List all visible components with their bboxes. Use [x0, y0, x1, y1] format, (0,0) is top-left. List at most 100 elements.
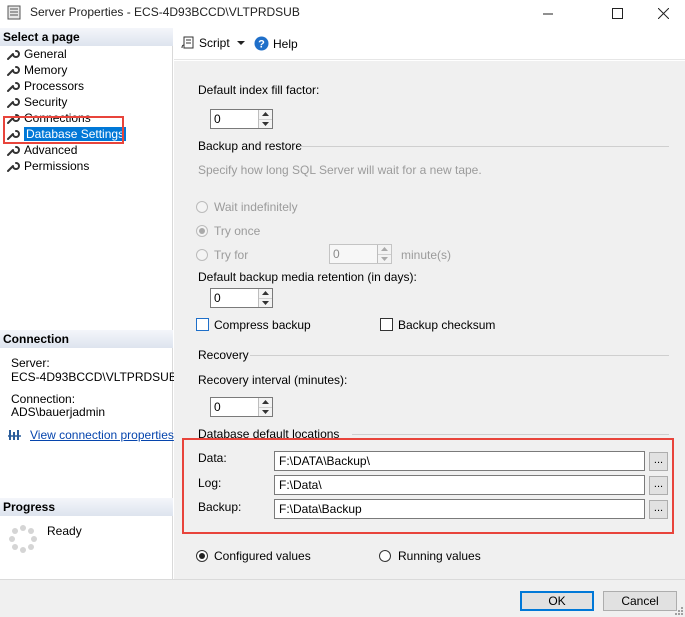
- wrench-icon: [7, 146, 20, 156]
- maximize-icon: [611, 7, 623, 19]
- nav-item-general[interactable]: General: [6, 46, 67, 62]
- spin-down-button[interactable]: [259, 298, 272, 307]
- recovery-interval-label: Recovery interval (minutes):: [198, 373, 348, 387]
- recovery-interval-value[interactable]: 0: [211, 398, 258, 416]
- server-label: Server:: [11, 356, 50, 370]
- window-title: Server Properties - ECS-4D93BCCD\VLTPRDS…: [30, 5, 300, 19]
- fill-factor-value[interactable]: 0: [211, 110, 258, 128]
- backup-restore-label: Backup and restore: [198, 139, 303, 153]
- nav-item-label: Advanced: [24, 143, 78, 157]
- backup-browse-button[interactable]: ...: [649, 500, 668, 519]
- minutes-label: minute(s): [401, 248, 452, 262]
- nav-item-memory[interactable]: Memory: [6, 62, 67, 78]
- retention-label: Default backup media retention (in days)…: [198, 270, 417, 284]
- nav-item-label: Permissions: [24, 159, 90, 173]
- data-browse-button[interactable]: ...: [649, 452, 668, 471]
- running-values-radio[interactable]: [379, 550, 391, 562]
- configured-values-label: Configured values: [214, 549, 311, 563]
- wrench-icon: [7, 66, 20, 76]
- progress-status: Ready: [47, 524, 82, 538]
- chevron-down-icon: [262, 409, 269, 414]
- retention-spinner[interactable]: 0: [210, 288, 273, 308]
- try-for-radio[interactable]: [196, 249, 208, 261]
- progress-header: Progress: [0, 498, 173, 516]
- compress-backup-checkbox[interactable]: [196, 318, 209, 331]
- try-once-radio[interactable]: [196, 225, 208, 237]
- nav-item-database-settings[interactable]: Database Settings: [6, 126, 128, 142]
- ok-button[interactable]: OK: [520, 591, 594, 611]
- script-button[interactable]: Script: [181, 36, 246, 50]
- spin-down-button[interactable]: [259, 119, 272, 128]
- close-button[interactable]: [640, 0, 685, 26]
- configured-values-radio[interactable]: [196, 550, 208, 562]
- maximize-button[interactable]: [594, 0, 640, 26]
- nav-item-label: Processors: [24, 79, 85, 93]
- fill-factor-label: Default index fill factor:: [198, 83, 320, 97]
- recovery-label: Recovery: [198, 348, 249, 362]
- progress-spinner-icon: [9, 525, 37, 553]
- data-location-label: Data:: [198, 451, 227, 465]
- spin-up-button[interactable]: [378, 245, 391, 255]
- svg-text:?: ?: [258, 39, 265, 51]
- nav-item-permissions[interactable]: Permissions: [6, 158, 89, 174]
- minimize-button[interactable]: [525, 0, 571, 26]
- select-page-header: Select a page: [0, 28, 173, 46]
- view-connection-link[interactable]: View connection properties: [30, 428, 174, 442]
- nav-item-label: Database Settings: [22, 126, 128, 142]
- wrench-icon: [7, 130, 20, 140]
- connection-label: Connection:: [11, 392, 76, 406]
- nav-item-advanced[interactable]: Advanced: [6, 142, 77, 158]
- fill-factor-spinner[interactable]: 0: [210, 109, 273, 129]
- backup-checksum-label: Backup checksum: [398, 318, 496, 332]
- backup-location-label: Backup:: [198, 500, 242, 514]
- log-browse-button[interactable]: ...: [649, 476, 668, 495]
- resize-grip-icon[interactable]: [673, 605, 683, 615]
- wait-indefinitely-radio[interactable]: [196, 201, 208, 213]
- server-properties-window: Server Properties - ECS-4D93BCCD\VLTPRDS…: [0, 0, 685, 617]
- help-button[interactable]: ? Help: [254, 36, 298, 51]
- close-icon: [657, 7, 669, 19]
- server-icon: [7, 5, 21, 20]
- chevron-down-icon: [262, 300, 269, 305]
- data-location-input[interactable]: F:\DATA\Backup\: [274, 451, 645, 471]
- minimize-icon: [542, 13, 553, 14]
- nav-item-processors[interactable]: Processors: [6, 78, 84, 94]
- toolbar: Script ? Help: [174, 28, 685, 60]
- spin-down-button[interactable]: [259, 407, 272, 416]
- wrench-icon: [7, 82, 20, 92]
- cancel-button[interactable]: Cancel: [603, 591, 677, 611]
- chevron-up-icon: [262, 400, 269, 405]
- try-once-label: Try once: [214, 224, 261, 238]
- wrench-icon: [7, 50, 20, 60]
- nav-item-security[interactable]: Security: [6, 94, 67, 110]
- nav-item-connections[interactable]: Connections: [6, 110, 91, 126]
- retention-value[interactable]: 0: [211, 289, 258, 307]
- recovery-divider: [250, 355, 669, 356]
- running-values-label: Running values: [398, 549, 481, 563]
- spin-up-button[interactable]: [259, 398, 272, 408]
- view-connection-properties[interactable]: View connection properties: [8, 428, 174, 442]
- log-location-input[interactable]: F:\Data\: [274, 475, 645, 495]
- backup-location-input[interactable]: F:\Data\Backup: [274, 499, 645, 519]
- try-for-label: Try for: [214, 248, 249, 262]
- dialog-button-bar: OK Cancel: [0, 579, 685, 617]
- nav-item-label: General: [24, 47, 67, 61]
- connection-value: ADS\bauerjadmin: [11, 405, 106, 419]
- left-panel: Select a page General Memory Processors …: [0, 28, 177, 579]
- spin-down-button[interactable]: [378, 254, 391, 263]
- database-settings-panel: Default index fill factor: 0 Backup and …: [174, 61, 685, 579]
- default-locations-divider: [352, 434, 669, 435]
- wrench-icon: [7, 98, 20, 108]
- try-for-spinner[interactable]: 0: [329, 244, 392, 264]
- wrench-icon: [7, 162, 20, 172]
- recovery-interval-spinner[interactable]: 0: [210, 397, 273, 417]
- try-for-value[interactable]: 0: [330, 245, 377, 263]
- backup-restore-divider: [300, 146, 669, 147]
- spin-up-button[interactable]: [259, 110, 272, 120]
- wrench-icon: [7, 114, 20, 124]
- backup-checksum-checkbox[interactable]: [380, 318, 393, 331]
- server-value: ECS-4D93BCCD\VLTPRDSUB: [11, 370, 177, 384]
- spin-up-button[interactable]: [259, 289, 272, 299]
- wait-indefinitely-label: Wait indefinitely: [214, 200, 298, 214]
- log-location-label: Log:: [198, 476, 222, 490]
